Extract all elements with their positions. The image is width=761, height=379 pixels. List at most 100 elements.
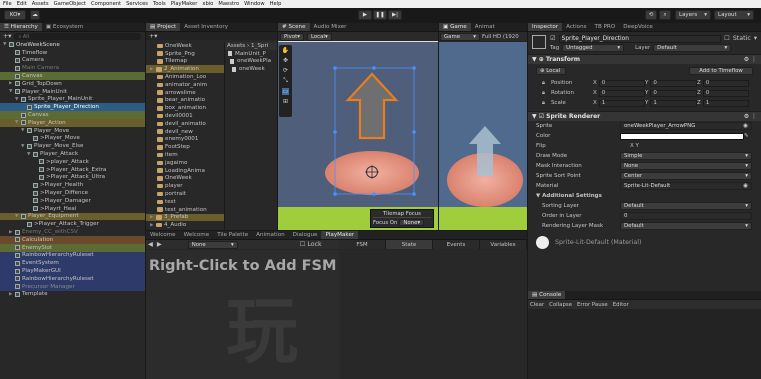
hierarchy-item[interactable]: EnemySlot xyxy=(0,243,145,252)
pivot-dropdown[interactable]: Pivot ▾ xyxy=(280,32,304,41)
fsm-selector[interactable]: None ▾ xyxy=(187,240,238,249)
position-z-field[interactable]: Z0 xyxy=(697,79,749,87)
project-folder-item[interactable]: LoadingAnima xyxy=(146,167,224,175)
project-folder-item[interactable]: test_animation xyxy=(146,206,224,214)
menu-item[interactable]: Services xyxy=(126,1,148,7)
pause-button[interactable]: ❚❚ xyxy=(373,10,387,20)
scene-canvas[interactable]: ✋ ✥ ⟳ ⤡ ▭ ⊞ Tilemap Focus Focus On None ▾ xyxy=(278,42,438,230)
hierarchy-item[interactable]: ▼ Player_Move_Else xyxy=(0,142,145,150)
project-add-icon[interactable]: +▾ xyxy=(149,33,157,40)
menu-item[interactable]: GameObject xyxy=(54,1,86,7)
tab-animation[interactable]: Animation xyxy=(252,231,289,239)
hierarchy-item[interactable]: >Player_Attack_Ultra xyxy=(0,174,145,182)
eyedropper-icon[interactable]: ✎ xyxy=(744,133,749,139)
tab-playmaker[interactable]: PlayMaker xyxy=(321,231,359,239)
hierarchy-item[interactable]: ▼ Player_Equipment xyxy=(0,212,145,221)
project-folder-item[interactable]: portrait xyxy=(146,190,224,198)
project-folder-item[interactable]: Animation_Loo xyxy=(146,73,224,81)
menu-item[interactable]: Window xyxy=(244,1,264,7)
object-picker-icon[interactable]: ◉ xyxy=(743,183,748,189)
tab-welcome[interactable]: Welcome xyxy=(180,231,214,239)
hierarchy-item[interactable]: >Player_Diffence xyxy=(0,189,145,197)
hierarchy-item[interactable]: ▶ Grid_TopDown xyxy=(0,80,145,88)
tab-project[interactable]: ▤ Project xyxy=(146,23,181,31)
layer-dropdown[interactable]: Default ▾ xyxy=(653,43,732,52)
material-object-field[interactable]: Sprite-Lit-Default ◉ xyxy=(620,182,752,190)
history-icon[interactable]: ⟲ xyxy=(645,10,657,20)
tab-dialogue[interactable]: Dialogue xyxy=(289,231,322,239)
menu-item[interactable]: Help xyxy=(270,1,282,7)
scale-z-field[interactable]: Z1 xyxy=(697,99,749,107)
space-toggle[interactable]: ⊕ Local xyxy=(536,67,566,75)
tab-actions[interactable]: Actions xyxy=(562,23,590,31)
project-asset-item[interactable]: oneWeek xyxy=(225,65,277,73)
hierarchy-item[interactable]: ▶ Template xyxy=(0,291,145,299)
project-folder-item[interactable]: devil_new xyxy=(146,128,224,136)
playmaker-tab-variables[interactable]: Variables xyxy=(480,240,527,249)
object-picker-icon[interactable]: ◉ xyxy=(743,123,748,129)
console-button-clear[interactable]: Clear xyxy=(530,302,544,308)
active-checkbox[interactable]: ☑ xyxy=(550,35,556,42)
hierarchy-item[interactable]: Timeflow xyxy=(0,49,145,57)
project-folder-item[interactable]: jagaimo xyxy=(146,159,224,167)
display-dropdown[interactable]: Game ▾ xyxy=(440,32,480,41)
arrow-left-icon[interactable]: ◀ xyxy=(148,241,153,248)
hand-tool-icon[interactable]: ✋ xyxy=(282,47,289,54)
hierarchy-item[interactable]: ▼ Player_MainUnit xyxy=(0,88,145,96)
position-y-field[interactable]: Y0 xyxy=(645,79,697,87)
tab-welcome[interactable]: Welcome xyxy=(146,231,180,239)
playmaker-tab-fsm[interactable]: FSM xyxy=(339,240,386,249)
arrow-right-icon[interactable]: ▶ xyxy=(157,241,162,248)
hierarchy-item[interactable]: EventSystem xyxy=(0,259,145,268)
play-button[interactable]: ▶ xyxy=(358,10,372,20)
project-folder-item[interactable]: OneWeek xyxy=(146,175,224,183)
rotate-tool-icon[interactable]: ⟳ xyxy=(283,67,288,74)
sprite-sort-point-dropdown[interactable]: Center ▾ xyxy=(620,172,752,180)
tab-deepvoice[interactable]: DeepVoice xyxy=(619,23,657,31)
hierarchy-item[interactable]: >player_Attack xyxy=(0,158,145,166)
menu-item[interactable]: Edit xyxy=(17,1,27,7)
menu-item[interactable]: xbio xyxy=(202,1,213,7)
project-folder-item[interactable]: Sprite_Png xyxy=(146,50,224,58)
hierarchy-item[interactable]: ▼ Player_Action xyxy=(0,118,145,127)
hierarchy-item[interactable]: ▼ OneWeekScene xyxy=(0,41,145,49)
project-asset-item[interactable]: MainUnit_P xyxy=(225,50,277,58)
project-folder-item[interactable]: FootStep xyxy=(146,143,224,151)
tab-console[interactable]: ▤ Console xyxy=(528,291,566,299)
game-view[interactable]: ▣ Game Animat Game ▾ Full HD (1920 xyxy=(439,23,527,230)
scale-tool-icon[interactable]: ⤡ xyxy=(283,77,288,85)
menu-item[interactable]: Tools xyxy=(153,1,166,7)
project-folder-item[interactable]: item xyxy=(146,151,224,159)
project-breadcrumb[interactable]: Assets › 1_Spri xyxy=(225,42,277,50)
lock-icon[interactable]: 🔒︎ xyxy=(542,90,545,97)
rect-handle-t[interactable] xyxy=(372,66,376,70)
rect-handle-l[interactable] xyxy=(333,130,337,134)
menu-item[interactable]: File xyxy=(3,1,12,7)
order-in-layer-field[interactable]: 0 xyxy=(620,212,752,220)
rect-handle-tr[interactable] xyxy=(412,66,416,70)
project-folder-item[interactable]: box_animation xyxy=(146,104,224,112)
fsm-graph-view[interactable]: Right-Click to Add FSM 玩 xyxy=(146,250,339,379)
project-folder-item[interactable]: devil_animatio xyxy=(146,120,224,128)
project-folder-item[interactable]: Tilemap xyxy=(146,58,224,66)
rect-tool-icon[interactable]: ▭ xyxy=(281,88,290,95)
resolution-dropdown[interactable]: Full HD (1920 xyxy=(482,34,519,40)
hierarchy-item[interactable]: >Playrt_Heal xyxy=(0,205,145,213)
material-preview-row[interactable]: Sprite-Lit-Default (Material) xyxy=(528,235,761,249)
position-x-field[interactable]: X0 xyxy=(593,79,645,87)
console-button-editor[interactable]: Editor xyxy=(613,302,629,308)
hierarchy-item[interactable]: ▼ Sprite_Player_MainUnit xyxy=(0,96,145,104)
hierarchy-item[interactable]: Precursor Manager xyxy=(0,282,145,291)
local-dropdown[interactable]: Local ▾ xyxy=(306,32,332,41)
hierarchy-item[interactable]: PlayMakerGUI xyxy=(0,267,145,275)
hierarchy-item[interactable]: Sprite_Player_Direction xyxy=(0,103,145,112)
focus-on-dropdown[interactable]: None ▾ xyxy=(399,219,425,226)
project-folder-item[interactable]: enemy0001 xyxy=(146,136,224,144)
project-folder-item[interactable]: OneWeek xyxy=(146,42,224,50)
rendering-mask-dropdown[interactable]: Default ▾ xyxy=(620,222,752,230)
additional-settings-header[interactable]: ▼ Additional Settings xyxy=(528,191,761,201)
rect-handle-bl[interactable] xyxy=(333,192,337,196)
sprite-object-field[interactable]: oneWeekPlayer_ArrowPNG ◉ xyxy=(620,122,752,130)
hierarchy-item[interactable]: >Player_Health xyxy=(0,181,145,189)
layout-dropdown[interactable]: Layout ▾ xyxy=(714,10,754,20)
